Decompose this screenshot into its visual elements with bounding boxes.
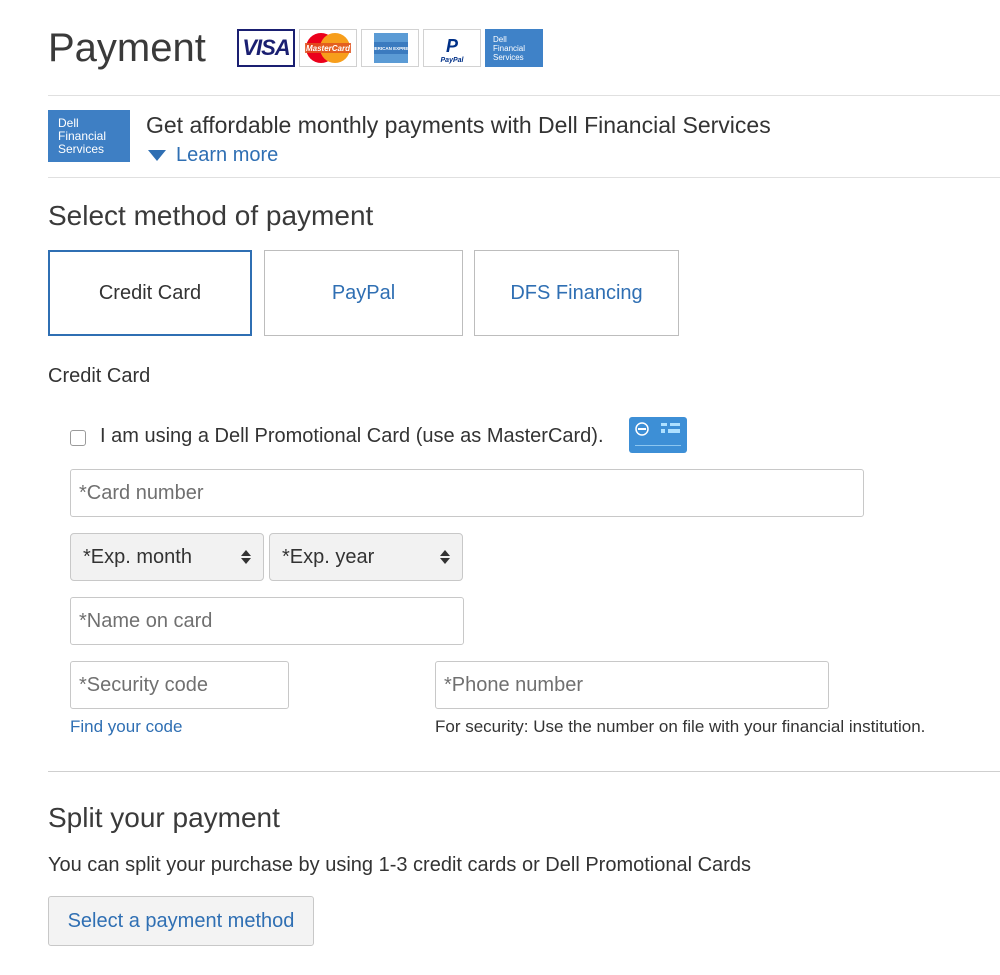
paypal-method-button[interactable]: PayPal xyxy=(264,250,463,336)
dfs-financing-method-button[interactable]: DFS Financing xyxy=(474,250,679,336)
svg-text:PayPal: PayPal xyxy=(441,57,465,64)
header-divider xyxy=(48,95,1000,96)
dell-financial-logo: Dell Financial Services xyxy=(485,29,543,67)
dell-financial-services-logo: Dell Financial Services xyxy=(48,110,130,162)
learn-more-link[interactable]: Learn more xyxy=(148,144,278,167)
security-code-input[interactable]: *Security code xyxy=(70,661,289,709)
promo-divider xyxy=(48,177,1000,178)
name-on-card-input[interactable]: *Name on card xyxy=(70,597,464,645)
exp-year-select[interactable]: *Exp. year xyxy=(269,533,463,581)
svg-text:AMERICAN EXPRESS: AMERICAN EXPRESS xyxy=(368,46,415,51)
select-method-heading: Select method of payment xyxy=(48,200,374,231)
dell-promo-card-checkbox[interactable] xyxy=(70,430,86,446)
dell-promo-card-checkbox-label[interactable]: I am using a Dell Promotional Card (use … xyxy=(100,425,604,448)
phone-number-input[interactable]: *Phone number xyxy=(435,661,829,709)
visa-logo: VISA xyxy=(237,29,295,67)
svg-text:MasterCard: MasterCard xyxy=(306,44,351,53)
split-payment-description: You can split your purchase by using 1-3… xyxy=(48,854,751,876)
select-arrows-icon xyxy=(241,550,251,564)
exp-month-select[interactable]: *Exp. month xyxy=(70,533,264,581)
paypal-logo: P PayPal xyxy=(423,29,481,67)
amex-logo: AMERICAN EXPRESS xyxy=(361,29,419,67)
find-your-code-link[interactable]: Find your code xyxy=(70,717,182,737)
credit-card-method-button[interactable]: Credit Card xyxy=(48,250,252,336)
select-arrows-icon xyxy=(440,550,450,564)
mastercard-logo: MasterCard xyxy=(299,29,357,67)
phone-security-note: For security: Use the number on file wit… xyxy=(435,717,926,736)
select-payment-method-button[interactable]: Select a payment method xyxy=(48,896,314,946)
dell-promotional-card-icon xyxy=(629,417,687,453)
financing-promo-text: Get affordable monthly payments with Del… xyxy=(146,112,771,138)
card-number-input[interactable]: *Card number xyxy=(70,469,864,517)
svg-text:P: P xyxy=(446,36,459,56)
credit-card-heading: Credit Card xyxy=(48,365,151,387)
caret-down-icon xyxy=(148,150,166,161)
page-title: Payment xyxy=(48,26,206,70)
card-logos: VISA MasterCard AMERICAN EXPRESS P PayPa… xyxy=(237,29,543,69)
split-payment-heading: Split your payment xyxy=(48,802,280,833)
section-divider xyxy=(48,771,1000,772)
